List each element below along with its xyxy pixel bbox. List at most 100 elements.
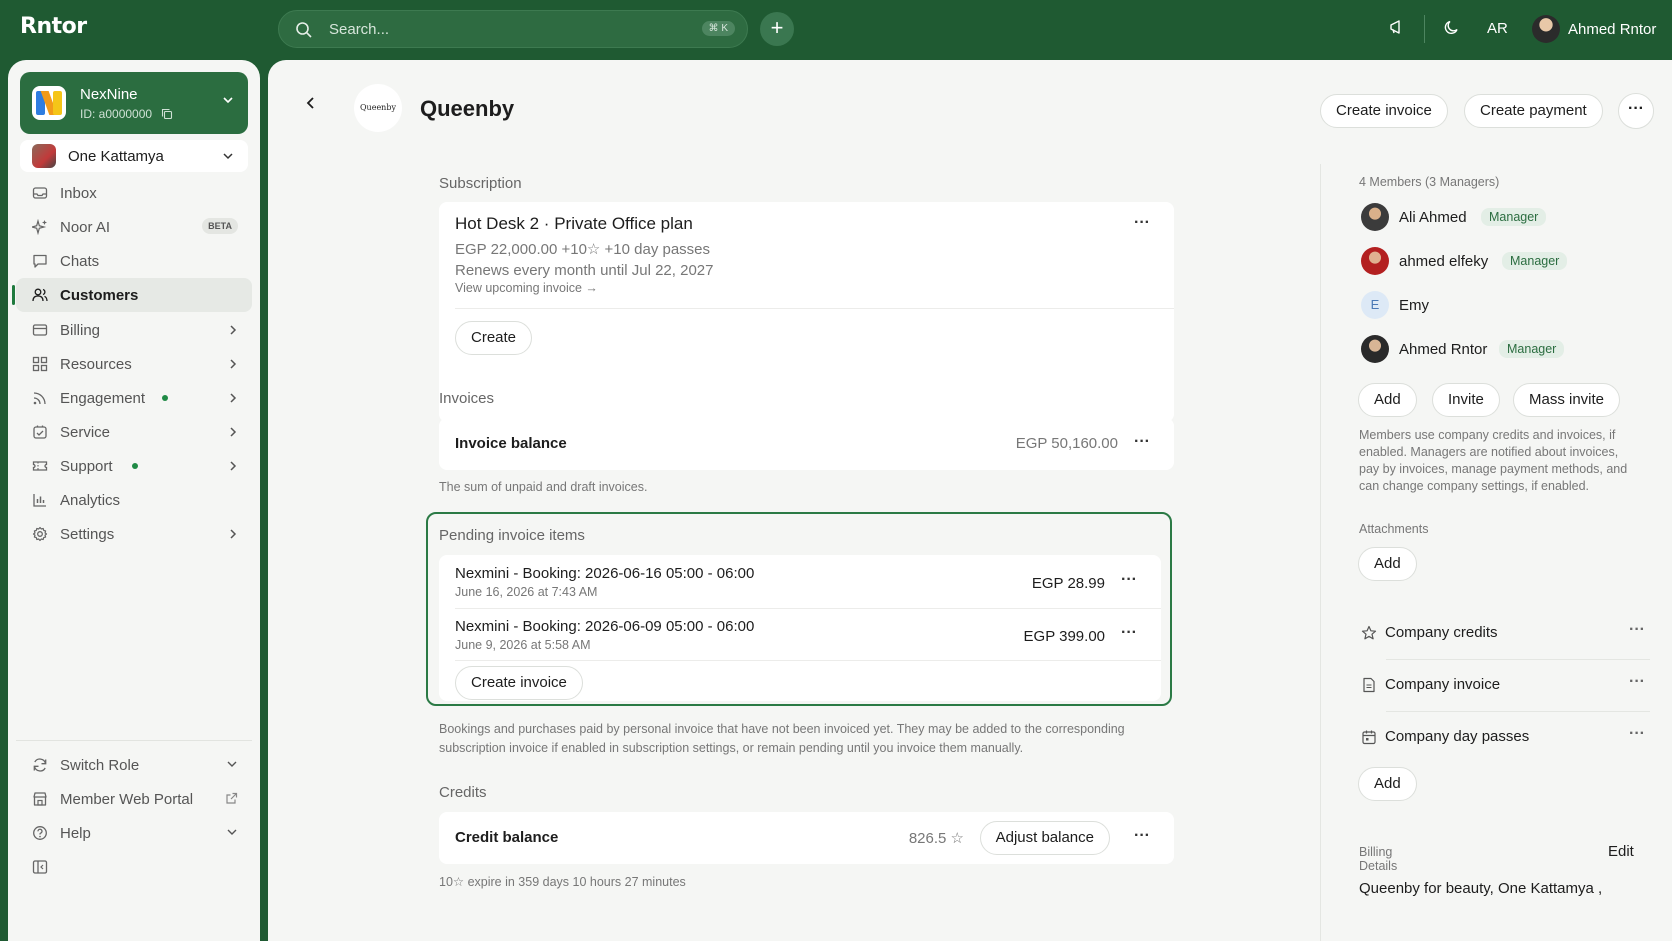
sidebar-item-analytics[interactable]: Analytics (16, 483, 252, 517)
company-invoice-row[interactable]: Company invoice ··· (1361, 671, 1651, 699)
inbox-icon (32, 187, 48, 199)
pending-item-more-button[interactable]: ··· (1121, 571, 1137, 589)
sidebar-item-service[interactable]: Service (16, 415, 252, 449)
location-avatar (32, 144, 56, 168)
invoice-more-button[interactable]: ··· (1134, 433, 1150, 451)
more-options-button[interactable]: ··· (1629, 621, 1645, 639)
member-name: Emy (1399, 297, 1429, 314)
create-invoice-from-pending-button[interactable]: Create invoice (455, 666, 583, 700)
divider (455, 660, 1161, 661)
sidebar-item-noor-ai[interactable]: Noor AI BETA (16, 210, 252, 244)
sidebar-item-member-web-portal[interactable]: Member Web Portal (16, 782, 252, 816)
invite-button[interactable]: Invite (1432, 383, 1500, 417)
sidebar-item-label: Service (60, 424, 111, 441)
sidebar-item-support[interactable]: Support (16, 449, 252, 483)
add-attachment-button[interactable]: Add (1358, 547, 1417, 581)
chevron-right-icon (230, 393, 237, 403)
moon-icon[interactable] (1443, 18, 1461, 36)
invoice-balance-label: Invoice balance (455, 435, 567, 452)
sidebar-item-label: Help (60, 825, 91, 842)
create-subscription-button[interactable]: Create (455, 321, 533, 355)
sidebar-item-switch-role[interactable]: Switch Role (16, 748, 252, 782)
billing-details-value: Queenby for beauty, One Kattamya , (1359, 880, 1603, 897)
credits-heading: Credits (439, 784, 487, 801)
credit-balance-value: 826.5 ☆ (908, 830, 964, 847)
sidebar-item-inbox[interactable]: Inbox (16, 176, 252, 210)
company-credits-row[interactable]: Company credits ··· (1361, 619, 1651, 647)
back-arrow-icon[interactable] (304, 96, 318, 110)
sidebar-item-label: Analytics (60, 492, 121, 509)
sidebar-item-engagement[interactable]: Engagement (16, 381, 252, 415)
subscription-more-button[interactable]: ··· (1134, 214, 1150, 232)
chat-icon (33, 254, 47, 268)
adjust-balance-button[interactable]: Adjust balance (979, 821, 1110, 855)
members-summary: 4 Members (3 Managers) (1359, 175, 1500, 189)
copy-icon[interactable] (161, 108, 173, 120)
search-shortcut: ⌘ K (701, 21, 735, 36)
divider (455, 608, 1161, 609)
pending-heading: Pending invoice items (439, 527, 585, 544)
more-options-button[interactable]: ··· (1618, 93, 1654, 129)
create-invoice-button[interactable]: Create invoice (1320, 94, 1448, 128)
sidebar-item-settings[interactable]: Settings (16, 517, 252, 551)
sidebar-item-label: Chats (60, 253, 100, 270)
page-title: Queenby (420, 96, 515, 121)
pending-item-more-button[interactable]: ··· (1121, 624, 1137, 642)
search-input[interactable]: Search... ⌘ K (278, 10, 748, 48)
pending-item-date: June 16, 2026 at 7:43 AM (455, 585, 598, 599)
more-options-button[interactable]: ··· (1629, 725, 1645, 743)
sidebar: NexNine ID: a0000000 One Kattamya Inbox … (8, 60, 260, 941)
avatar (1361, 203, 1389, 231)
credit-expiry-hint: 10☆ expire in 359 days 10 hours 27 minut… (439, 875, 686, 889)
sidebar-item-billing[interactable]: Billing (16, 313, 252, 347)
chevron-down-icon (227, 761, 237, 767)
refresh-icon (33, 758, 47, 772)
billing-details-heading: Billing Details (1359, 845, 1398, 873)
sidebar-item-customers[interactable]: Customers (12, 278, 252, 312)
pending-item-title: Nexmini - Booking: 2026-06-16 05:00 - 06… (455, 565, 755, 582)
company-day-passes-row[interactable]: Company day passes ··· (1361, 723, 1651, 751)
chevron-right-icon (230, 359, 237, 369)
members-hint: Members use company credits and invoices… (1359, 428, 1628, 493)
chevron-right-icon (230, 529, 237, 539)
sidebar-item-label: Inbox (60, 185, 97, 202)
manager-badge: Manager (1502, 252, 1568, 270)
chevron-down-icon (223, 97, 233, 104)
credit-balance-card: Credit balance 826.5 ☆ Adjust balance ··… (439, 812, 1174, 864)
add-company-feature-button[interactable]: Add (1358, 767, 1417, 801)
ticket-icon (32, 461, 48, 471)
collapse-sidebar-button[interactable] (16, 850, 252, 884)
sidebar-item-label: Switch Role (60, 757, 140, 774)
pending-item-title: Nexmini - Booking: 2026-06-09 05:00 - 06… (455, 618, 755, 635)
sidebar-item-resources[interactable]: Resources (16, 347, 252, 381)
user-menu[interactable]: Ahmed Rntor (1532, 14, 1656, 44)
location-name: One Kattamya (68, 148, 164, 165)
divider (455, 308, 1174, 309)
pending-item-amount: EGP 399.00 (1023, 628, 1105, 645)
edit-billing-button[interactable]: Edit (1608, 843, 1634, 860)
workspace-switcher[interactable]: NexNine ID: a0000000 (20, 72, 248, 134)
view-upcoming-invoice-link[interactable]: View upcoming invoice → (455, 281, 598, 295)
new-button[interactable]: + (760, 12, 794, 46)
beta-badge: BETA (202, 218, 238, 234)
pending-hint: Bookings and purchases paid by personal … (439, 722, 1125, 755)
divider (1386, 659, 1650, 660)
search-placeholder: Search... (329, 21, 390, 38)
mass-invite-button[interactable]: Mass invite (1513, 383, 1621, 417)
sidebar-item-help[interactable]: Help (16, 816, 252, 850)
brand-logo[interactable]: Rntor (20, 14, 87, 39)
chevron-right-icon (230, 461, 237, 471)
invoice-balance-card: Invoice balance EGP 50,160.00 ··· (439, 418, 1174, 470)
megaphone-icon[interactable] (1388, 18, 1406, 36)
create-payment-button[interactable]: Create payment (1464, 94, 1603, 128)
more-options-button[interactable]: ··· (1629, 673, 1645, 691)
member-name: Ali Ahmed (1399, 209, 1467, 226)
member-name: Ahmed Rntor (1399, 341, 1488, 358)
language-switch[interactable]: AR (1487, 20, 1508, 37)
credit-more-button[interactable]: ··· (1134, 827, 1150, 845)
add-member-button[interactable]: Add (1358, 383, 1417, 417)
sidebar-item-label: Resources (60, 356, 132, 373)
star-icon (1361, 625, 1377, 640)
sidebar-item-chats[interactable]: Chats (16, 244, 252, 278)
location-switcher[interactable]: One Kattamya (20, 140, 248, 172)
